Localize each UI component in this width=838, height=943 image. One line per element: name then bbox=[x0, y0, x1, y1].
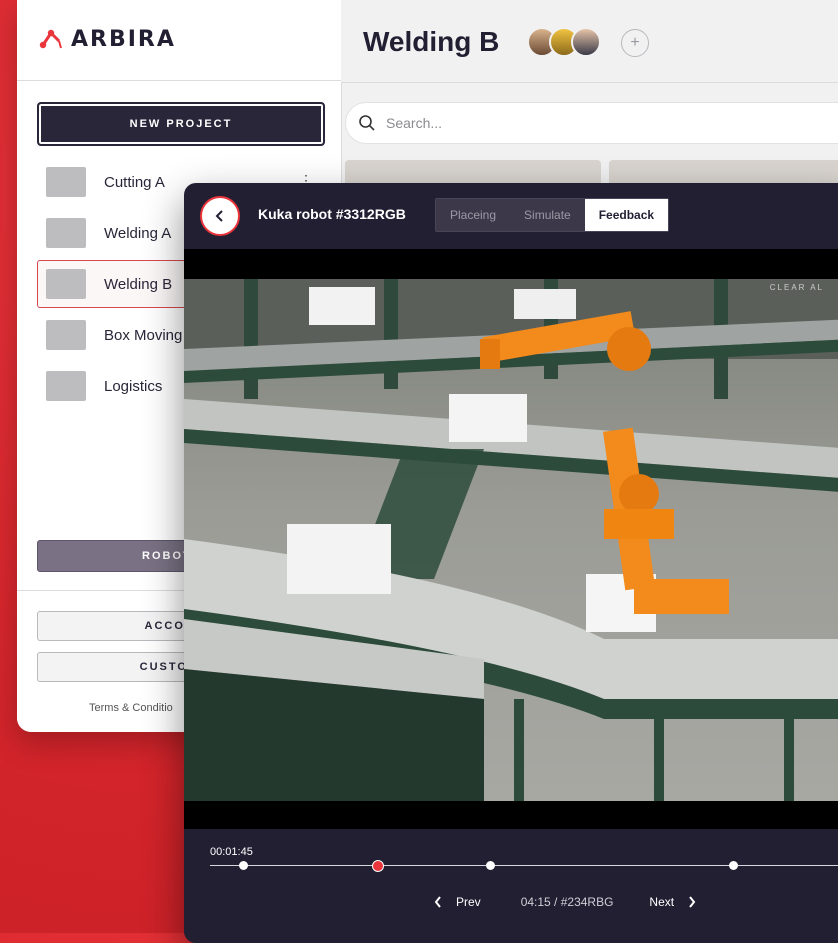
add-collaborator-icon[interactable]: + bbox=[621, 29, 649, 57]
project-name: Cutting A bbox=[104, 173, 165, 191]
timecode: 00:01:45 bbox=[210, 846, 253, 858]
next-button[interactable]: Next bbox=[649, 895, 674, 909]
search-input[interactable] bbox=[384, 114, 788, 132]
page-title: Welding B bbox=[363, 26, 500, 57]
chevron-left-icon[interactable] bbox=[434, 896, 442, 908]
project-name: Logistics bbox=[104, 377, 163, 395]
clear-all-button[interactable]: CLEAR AL bbox=[770, 283, 824, 292]
prev-button[interactable]: Prev bbox=[456, 895, 481, 909]
project-thumbnail bbox=[46, 371, 86, 401]
avatar[interactable] bbox=[571, 27, 601, 57]
project-thumbnail bbox=[46, 269, 86, 299]
timeline-marker[interactable] bbox=[729, 861, 738, 870]
video-viewer[interactable]: CLEAR AL bbox=[184, 249, 838, 829]
main-header: Welding B + bbox=[341, 0, 838, 83]
robot-arm-logo-icon bbox=[39, 29, 62, 49]
chevron-right-icon[interactable] bbox=[688, 896, 696, 908]
project-thumbnail bbox=[46, 167, 86, 197]
back-button[interactable] bbox=[200, 196, 240, 236]
warehouse-scene-image bbox=[184, 279, 838, 801]
robot-title: Kuka robot #3312RGB bbox=[258, 206, 406, 222]
new-project-button[interactable]: NEW PROJECT bbox=[37, 102, 325, 146]
view-tabs: Placeing Simulate Feedback bbox=[435, 198, 670, 232]
project-name: Welding A bbox=[104, 224, 172, 242]
position-indicator: 04:15 / #234RBG bbox=[520, 895, 614, 909]
collaborator-avatars[interactable] bbox=[527, 27, 601, 57]
project-name: Box Moving bbox=[104, 326, 183, 344]
sidebar-divider bbox=[17, 80, 341, 81]
timeline-marker[interactable] bbox=[486, 861, 495, 870]
project-thumbnail bbox=[46, 320, 86, 350]
project-thumbnail bbox=[46, 218, 86, 248]
logo-text: ARBIRA bbox=[71, 26, 176, 52]
tab-placeing[interactable]: Placeing bbox=[436, 199, 511, 231]
search-icon bbox=[359, 115, 375, 131]
pager: Prev 04:15 / #234RBG Next bbox=[434, 895, 696, 909]
timeline-playhead[interactable] bbox=[372, 860, 384, 872]
robot-detail-panel: Kuka robot #3312RGB Placeing Simulate Fe… bbox=[184, 183, 838, 943]
tab-simulate[interactable]: Simulate bbox=[510, 199, 585, 231]
timeline-marker[interactable] bbox=[239, 861, 248, 870]
chevron-left-icon bbox=[215, 210, 223, 222]
project-name: Welding B bbox=[104, 275, 173, 293]
terms-link[interactable]: Terms & Conditio bbox=[89, 702, 173, 714]
logo[interactable]: ARBIRA bbox=[37, 26, 176, 52]
playback-bar: 00:01:45 Prev 04:15 / #234RBG Next bbox=[184, 829, 838, 943]
timeline-track[interactable] bbox=[210, 860, 838, 872]
search-bar[interactable] bbox=[345, 102, 838, 144]
tab-feedback[interactable]: Feedback bbox=[584, 199, 669, 231]
warehouse-scene-illustration bbox=[184, 279, 838, 801]
